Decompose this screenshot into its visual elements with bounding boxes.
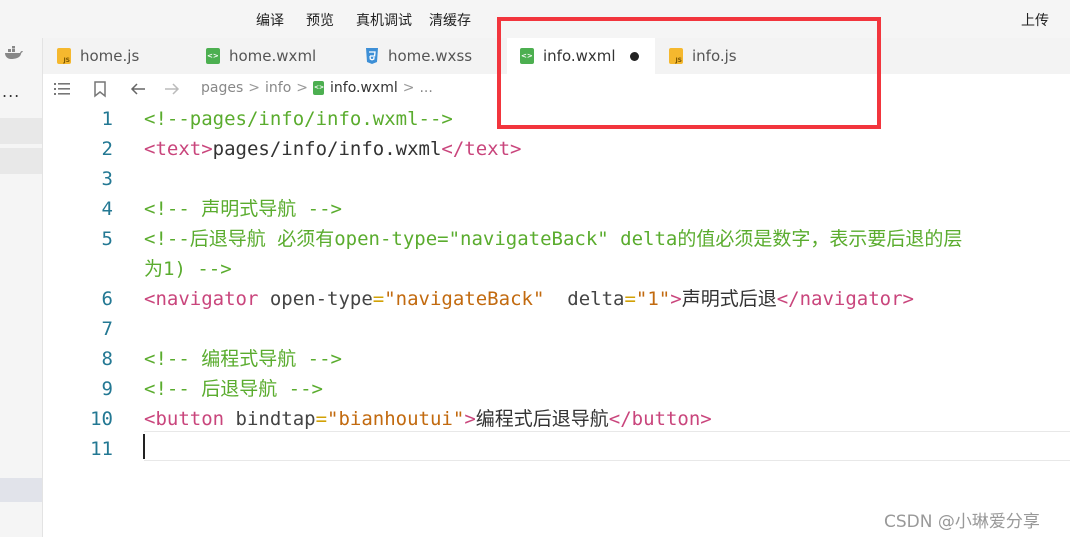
breadcrumb-separator: > <box>402 80 415 96</box>
line-number: 2 <box>101 138 113 160</box>
clear-cache-button[interactable]: 清缓存 <box>429 10 471 30</box>
editor-tab-bar: home.js home.wxml home.wxss info.wxml in… <box>43 38 1070 74</box>
tab-home-js[interactable]: home.js <box>57 38 207 74</box>
breadcrumb-bar: pages > info > info.wxml > ... <box>43 74 1070 104</box>
tag-end: > <box>670 288 682 310</box>
tab-info-js[interactable]: info.js <box>669 38 805 74</box>
tab-label: home.wxss <box>388 47 473 65</box>
tag-open: <text> <box>144 138 213 160</box>
tag-open: <button <box>144 408 225 430</box>
tag-close: </navigator> <box>776 288 914 310</box>
breadcrumb-separator: > <box>296 80 308 96</box>
tag-close: </button> <box>608 408 712 430</box>
tag-close: </text> <box>441 138 522 160</box>
css-file-icon <box>366 48 378 64</box>
code-line-2: <text>pages/info/info.wxml</text> <box>144 134 522 164</box>
code-line-5: <!--后退导航 必须有open-type="navigateBack" del… <box>144 228 963 250</box>
attribute-name: delta <box>544 288 625 310</box>
breadcrumb-separator: > <box>248 80 260 96</box>
line-number: 8 <box>101 348 113 370</box>
breadcrumb-info[interactable]: info <box>265 80 291 96</box>
tab-home-wxss[interactable]: home.wxss <box>365 38 515 74</box>
upload-button[interactable]: 上传 <box>1021 10 1049 30</box>
attribute-name: open-type <box>258 288 373 310</box>
attribute-value: "bianhoutui" <box>327 408 465 430</box>
panel-row-selected[interactable] <box>0 478 42 502</box>
line-number: 9 <box>101 378 113 400</box>
text-content: 编程式后退导航 <box>475 408 609 430</box>
watermark: CSDN @小琳爱分享 <box>884 512 1040 532</box>
breadcrumb-pages[interactable]: pages <box>201 80 243 96</box>
bookmark-icon[interactable] <box>91 80 109 98</box>
list-icon[interactable] <box>53 80 71 98</box>
panel-row[interactable] <box>0 148 42 174</box>
code-editor[interactable]: 1 2 3 4 5 6 7 8 9 10 11 <!--pages/info/i… <box>43 104 1070 537</box>
left-panel: ... <box>0 38 43 537</box>
unsaved-dot-icon[interactable] <box>630 52 639 61</box>
code-line-1: <!--pages/info/info.wxml--> <box>144 108 453 130</box>
tab-home-wxml[interactable]: home.wxml <box>206 38 356 74</box>
line-number: 10 <box>90 408 113 430</box>
current-line-highlight <box>144 431 1070 461</box>
text-content: pages/info/info.wxml <box>212 138 442 160</box>
line-number: 1 <box>101 108 113 130</box>
tab-label: home.wxml <box>229 47 317 65</box>
tab-label: info.wxml <box>543 47 616 65</box>
more-options-icon[interactable]: ... <box>2 82 20 101</box>
code-line-6: <navigator open-type="navigateBack" delt… <box>144 284 914 314</box>
text-cursor <box>143 434 145 459</box>
compile-button[interactable]: 编译 <box>256 10 284 30</box>
attribute-value: "navigateBack" <box>384 288 545 310</box>
docker-icon[interactable] <box>4 46 24 60</box>
equals-sign: = <box>372 288 385 310</box>
breadcrumb-file[interactable]: info.wxml <box>330 80 398 96</box>
attribute-value: "1" <box>635 288 671 310</box>
equals-sign: = <box>315 408 328 430</box>
tag-open: <navigator <box>144 288 259 310</box>
tab-label: info.js <box>692 47 737 65</box>
tab-info-wxml[interactable]: info.wxml <box>507 38 655 74</box>
code-line-5-wrap: 为1) --> <box>144 258 232 280</box>
text-content: 声明式后退 <box>681 288 777 310</box>
code-line-9: <!-- 后退导航 --> <box>144 378 323 400</box>
wxml-file-icon <box>206 48 220 64</box>
breadcrumb: pages > info > info.wxml > ... <box>201 80 433 96</box>
top-toolbar: 编译 预览 真机调试 清缓存 上传 <box>0 0 1070 38</box>
js-file-icon <box>57 48 71 64</box>
tag-end: > <box>464 408 476 430</box>
line-number: 3 <box>101 168 113 190</box>
wxml-file-icon <box>313 81 324 95</box>
equals-sign: = <box>624 288 636 310</box>
line-number: 4 <box>101 198 113 220</box>
breadcrumb-more[interactable]: ... <box>419 80 432 96</box>
code-line-8: <!-- 编程式导航 --> <box>144 348 342 370</box>
attribute-name: bindtap <box>224 408 316 430</box>
line-number: 5 <box>101 228 113 250</box>
preview-button[interactable]: 预览 <box>306 10 334 30</box>
line-number: 7 <box>101 318 113 340</box>
back-arrow-icon[interactable] <box>129 80 147 98</box>
real-device-debug-button[interactable]: 真机调试 <box>356 10 412 30</box>
tab-label: home.js <box>80 47 140 65</box>
js-file-icon <box>669 48 683 64</box>
line-number: 11 <box>90 438 113 460</box>
code-line-10: <button bindtap="bianhoutui">编程式后退导航</bu… <box>144 404 712 434</box>
panel-row[interactable] <box>0 118 42 144</box>
line-number: 6 <box>101 288 113 310</box>
code-line-4: <!-- 声明式导航 --> <box>144 198 342 220</box>
forward-arrow-icon[interactable] <box>163 80 181 98</box>
wxml-file-icon <box>520 48 534 64</box>
